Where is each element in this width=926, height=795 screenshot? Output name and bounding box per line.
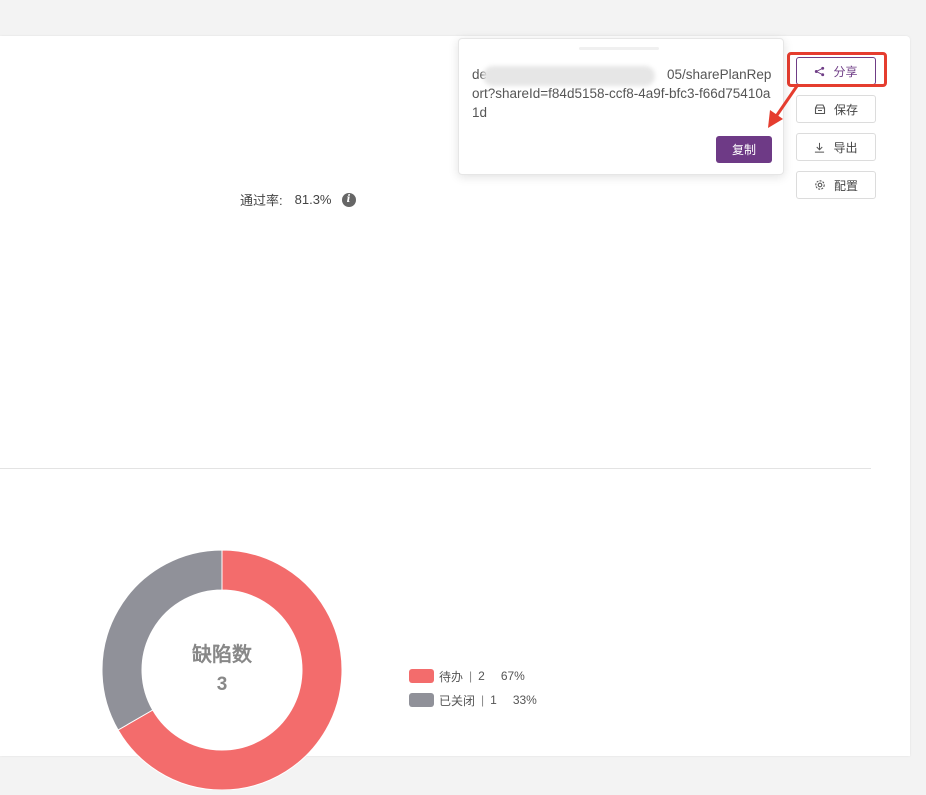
legend-separator: | [469, 669, 473, 683]
legend-separator: | [481, 693, 485, 707]
share-icon [815, 66, 825, 76]
legend-swatch [409, 693, 434, 707]
pass-rate-label: 通过率: [240, 193, 283, 208]
save-button[interactable]: 保存 [796, 95, 876, 123]
legend-item-closed[interactable]: 已关闭 | 1 33% [409, 688, 537, 712]
info-icon[interactable]: i [341, 192, 356, 207]
export-label: 导出 [833, 140, 858, 155]
donut-total: 3 [216, 674, 228, 695]
save-icon [814, 103, 826, 114]
share-label: 分享 [833, 64, 858, 79]
section-divider [0, 468, 871, 469]
legend-percent: 33% [512, 693, 537, 707]
legend-swatch [409, 669, 434, 683]
download-icon [815, 142, 825, 153]
gear-icon [815, 180, 825, 190]
legend-percent: 67% [500, 669, 525, 683]
legend-count: 1 [490, 693, 497, 707]
share-popover: de 05/sharePlanReport?shareId=f84d5158-cc… [458, 38, 784, 175]
export-button[interactable]: 导出 [796, 133, 876, 161]
popover-handle [579, 47, 659, 50]
legend-name: 待办 [439, 669, 464, 684]
defect-donut-chart: 缺陷数 3 [101, 549, 343, 791]
save-label: 保存 [833, 102, 858, 117]
share-button[interactable]: 分享 [796, 57, 876, 85]
chart-legend: 待办 | 2 67% 已关闭 | 1 33% [409, 664, 537, 712]
pass-rate-value: 81.3% [294, 192, 332, 207]
pass-rate: 通过率: 81.3% i [240, 190, 356, 209]
donut-center: 缺陷数 3 [102, 550, 342, 790]
config-label: 配置 [833, 178, 858, 193]
copy-button[interactable]: 复制 [716, 136, 772, 163]
legend-count: 2 [478, 669, 485, 683]
legend-name: 已关闭 [439, 693, 476, 708]
config-button[interactable]: 配置 [796, 171, 876, 199]
redacted-url-segment [483, 66, 655, 86]
donut-title: 缺陷数 [192, 644, 252, 666]
legend-item-open[interactable]: 待办 | 2 67% [409, 664, 537, 688]
